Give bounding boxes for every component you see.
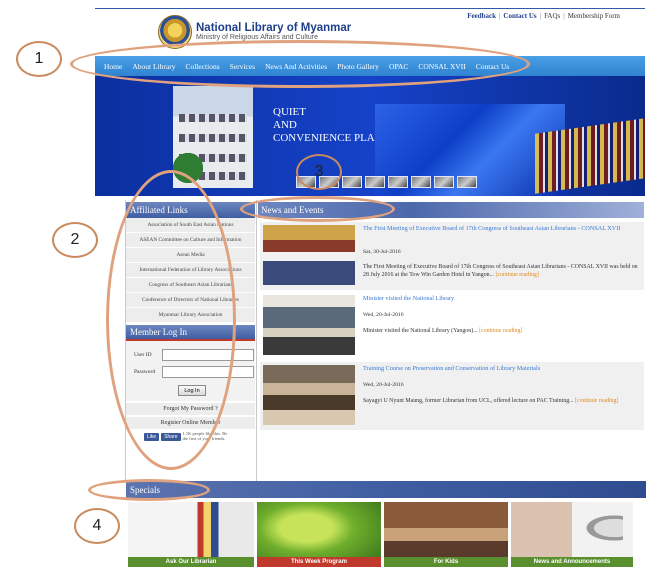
header-divider — [95, 8, 645, 9]
news-photo[interactable] — [263, 365, 355, 425]
continue-reading-link[interactable]: [continue reading] — [496, 272, 539, 278]
banner-thumb[interactable] — [388, 176, 408, 188]
annotation-ellipse-sidebar — [106, 170, 236, 470]
annotation-marker-1: 1 — [16, 41, 62, 77]
news-description: The First Meeting of Executive Board of … — [363, 264, 638, 278]
membership-form-link[interactable]: Membership Form — [568, 12, 620, 20]
news-item: Training Course on Preservation and Cons… — [260, 362, 644, 430]
special-label: News and Announcements — [511, 557, 633, 567]
banner-thumb[interactable] — [434, 176, 454, 188]
annotation-marker-3: 3 — [296, 154, 342, 190]
banner-slogan: QUIET AND CONVENIENCE PLACE — [273, 106, 389, 145]
banner-thumb[interactable] — [457, 176, 477, 188]
for-kids-card[interactable]: For Kids — [384, 502, 508, 567]
news-and-announcements-card[interactable]: News and Announcements — [511, 502, 633, 567]
special-label: For Kids — [384, 557, 508, 567]
news-description: Minister visited the National Library (Y… — [363, 328, 523, 334]
top-links: Feedback | Contact Us | FAQs | Membershi… — [467, 12, 620, 20]
news-date: Wed, 20-Jul-2016 — [363, 382, 404, 388]
ask-our-librarian-card[interactable]: Ask Our Librarian — [128, 502, 254, 567]
news-photo[interactable] — [263, 225, 355, 285]
contact-us-top-link[interactable]: Contact Us — [503, 12, 536, 20]
annotation-ellipse-news — [240, 196, 395, 222]
news-item: The First Meeting of Executive Board of … — [260, 222, 644, 290]
banner-thumb[interactable] — [342, 176, 362, 188]
annotation-ellipse-specials — [88, 479, 210, 501]
special-label: Ask Our Librarian — [128, 557, 254, 567]
news-photo[interactable] — [263, 295, 355, 355]
news-item: Minister visited the National Library We… — [260, 292, 644, 360]
news-title-link[interactable]: The First Meeting of Executive Board of … — [363, 225, 639, 233]
annotation-marker-2: 2 — [52, 222, 98, 258]
news-date: Sat, 30-Jul-2016 — [363, 249, 401, 255]
site-title: National Library of Myanmar — [196, 22, 352, 35]
special-label: This Week Program — [257, 557, 381, 567]
news-title-link[interactable]: Training Course on Preservation and Cons… — [363, 365, 639, 373]
annotation-marker-4: 4 — [74, 508, 120, 544]
news-description: Sayagyi U Nyunt Maung, former Librarian … — [363, 398, 619, 404]
continue-reading-link[interactable]: [continue reading] — [575, 398, 618, 404]
news-title-link[interactable]: Minister visited the National Library — [363, 295, 639, 303]
news-date: Wed, 20-Jul-2016 — [363, 312, 404, 318]
this-week-program-card[interactable]: This Week Program — [257, 502, 381, 567]
annotation-ellipse-nav — [70, 40, 530, 88]
continue-reading-link[interactable]: [continue reading] — [479, 328, 522, 334]
feedback-link[interactable]: Feedback — [467, 12, 496, 20]
banner-thumb[interactable] — [365, 176, 385, 188]
banner-thumb[interactable] — [411, 176, 431, 188]
faqs-link[interactable]: FAQs — [544, 12, 560, 20]
megaphone-icon — [579, 512, 623, 544]
